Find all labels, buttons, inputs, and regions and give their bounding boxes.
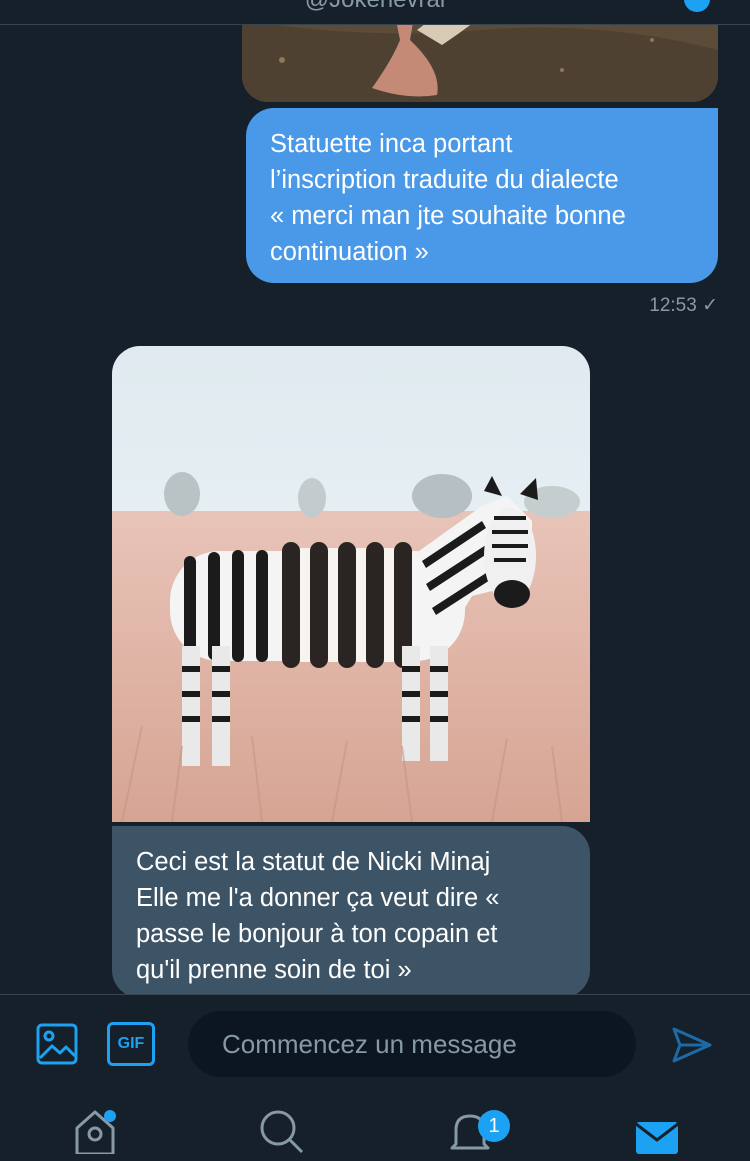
message-line: Ceci est la statut de Nicki Minaj [136, 848, 491, 876]
message-line: « merci man jte souhaite bonne [270, 202, 626, 230]
gif-icon: GIF [107, 1022, 155, 1066]
message-input[interactable]: Commencez un message [188, 1011, 636, 1077]
message-line: qu'il prenne soin de toi » [136, 956, 412, 984]
send-button[interactable] [668, 1021, 716, 1069]
received-message-bubble[interactable]: Ceci est la statut de Nicki Minaj Elle m… [112, 826, 590, 998]
message-line: l’inscription traduite du dialecte [270, 166, 619, 194]
conversation-header: @Jokerievrai [0, 0, 750, 25]
tab-search[interactable] [258, 1108, 304, 1159]
notifications-badge: 1 [478, 1110, 510, 1142]
zebra-photo-image [112, 346, 590, 822]
add-gif-button[interactable]: GIF [107, 1021, 155, 1067]
add-photo-button[interactable] [34, 1021, 80, 1067]
mail-icon [635, 1122, 679, 1154]
message-line: Elle me l'a donner ça veut dire « [136, 884, 500, 912]
message-line: passe le bonjour à ton copain et [136, 920, 498, 948]
conversation-handle[interactable]: @Jokerievrai [0, 0, 750, 14]
image-icon [36, 1023, 78, 1065]
received-photo[interactable] [112, 346, 590, 822]
timestamp-time: 12:53 [649, 295, 697, 316]
search-icon [260, 1110, 304, 1154]
message-line: continuation » [270, 238, 429, 266]
read-check-icon: ✓ [702, 295, 718, 316]
message-composer: GIF Commencez un message [0, 994, 750, 1095]
message-timestamp: 12:53 ✓ [649, 294, 718, 317]
bottom-navigation [0, 1094, 750, 1156]
home-new-indicator [104, 1110, 116, 1122]
message-input-placeholder: Commencez un message [222, 1028, 517, 1059]
sent-message-bubble[interactable]: Statuette inca portant l’inscription tra… [246, 108, 718, 283]
send-icon [672, 1027, 712, 1063]
message-line: Statuette inca portant [270, 130, 513, 158]
